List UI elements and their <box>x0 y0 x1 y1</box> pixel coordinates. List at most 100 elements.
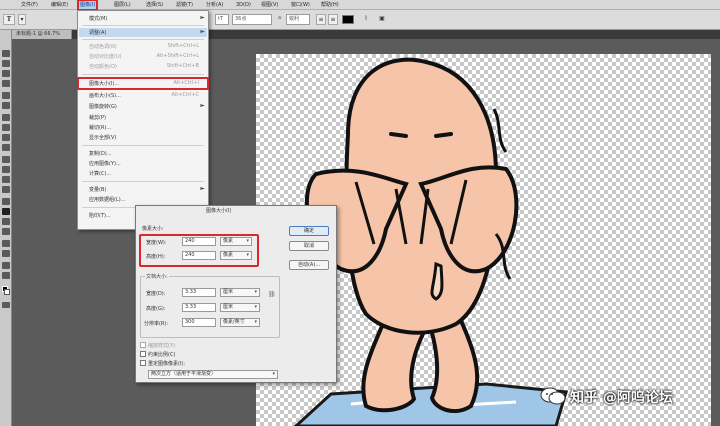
menu-item-reveal-all[interactable]: 显示全部(V) <box>79 133 207 142</box>
anti-alias-select[interactable]: 锐利 <box>286 14 310 25</box>
document-tab[interactable]: 未标题-1 @ 66.7% <box>12 30 72 39</box>
menu-item-shortcut: Alt+Ctrl+C <box>171 92 199 98</box>
eyedropper-icon[interactable] <box>2 102 10 109</box>
tool-preset-chevron-icon[interactable]: ▾ <box>18 14 26 25</box>
menu-window[interactable]: 窗口(W) <box>290 1 311 9</box>
lasso-tool-icon[interactable] <box>2 70 10 77</box>
menu-item-auto-contrast[interactable]: 自动对比度(U) Alt+Shift+Ctrl+L <box>79 52 207 61</box>
font-size-icon: tT <box>215 14 229 25</box>
background-color-swatch[interactable] <box>4 289 10 295</box>
3d-rotate-icon[interactable] <box>2 240 10 247</box>
resample-checkbox[interactable] <box>140 360 146 366</box>
resolution-input[interactable]: 300 <box>182 318 216 327</box>
character-panel-icon[interactable]: ▣ <box>376 14 388 25</box>
marquee-tool-icon[interactable] <box>2 60 10 67</box>
magic-wand-icon[interactable] <box>2 80 10 87</box>
pixel-height-unit-select[interactable]: 像素 <box>220 251 252 260</box>
crop-tool-icon[interactable] <box>2 92 10 99</box>
menu-item-adjust[interactable]: 调整(A) ► <box>79 28 207 37</box>
pixel-width-unit-select[interactable]: 像素 <box>220 237 252 246</box>
auto-button[interactable]: 自动(A)... <box>289 260 329 270</box>
menu-separator <box>82 145 204 146</box>
pen-tool-icon[interactable] <box>2 198 10 205</box>
menu-item-auto-color[interactable]: 自动颜色(O) Shift+Ctrl+B <box>79 62 207 71</box>
menu-item-image-size[interactable]: 图像大小(I)... Alt+Ctrl+I <box>77 77 209 90</box>
menu-item-canvas-size[interactable]: 画布大小(S)... Alt+Ctrl+C <box>79 91 207 100</box>
document-size-label: 文档大小: <box>145 273 169 280</box>
menu-item-shortcut: Shift+Ctrl+B <box>166 63 199 69</box>
link-chain-icon: ⛓ <box>268 291 276 298</box>
path-select-icon[interactable] <box>2 218 10 225</box>
resolution-unit-select[interactable]: 像素/英寸 <box>220 318 260 327</box>
align-center-icon[interactable]: ≡ <box>328 14 338 25</box>
menu-file[interactable]: 文件(F) <box>20 1 39 9</box>
hand-tool-icon[interactable] <box>2 262 10 269</box>
scale-styles-checkbox[interactable] <box>140 342 146 348</box>
menu-3d[interactable]: 3D(D) <box>235 1 252 9</box>
type-tool-icon[interactable] <box>2 208 10 215</box>
menu-item-label: 应用数据组(L)... <box>89 197 126 203</box>
scale-styles-label: 缩放样式(Y) <box>148 343 175 349</box>
zoom-tool-icon[interactable] <box>2 272 10 279</box>
menu-image[interactable]: 图像(I) <box>76 0 99 11</box>
menu-item-apply-data-set[interactable]: 应用数据组(L)... <box>79 195 207 204</box>
menu-item-mode[interactable]: 模式(M) ► <box>79 14 207 23</box>
dialog-title: 图像大小(I) <box>206 208 232 214</box>
move-tool-icon[interactable] <box>2 50 10 57</box>
submenu-arrow-icon: ► <box>200 185 205 192</box>
menu-item-crop[interactable]: 裁剪(P) <box>79 113 207 122</box>
clone-stamp-icon[interactable] <box>2 134 10 141</box>
eraser-tool-icon[interactable] <box>2 156 10 163</box>
menu-item-auto-tone[interactable]: 自动色调(N) Shift+Ctrl+L <box>79 42 207 51</box>
dodge-tool-icon[interactable] <box>2 186 10 193</box>
font-size-field[interactable]: 36点 <box>232 14 272 25</box>
menu-item-calculations[interactable]: 计算(C)... <box>79 169 207 178</box>
heal-brush-icon[interactable] <box>2 114 10 121</box>
text-color-swatch[interactable] <box>342 15 354 24</box>
quick-mask-icon[interactable] <box>2 302 10 308</box>
blur-tool-icon[interactable] <box>2 176 10 183</box>
align-left-icon[interactable]: ≡ <box>316 14 326 25</box>
constrain-proportions-checkbox[interactable] <box>140 351 146 357</box>
doc-height-unit-select[interactable]: 厘米 <box>220 303 260 312</box>
shape-tool-icon[interactable] <box>2 228 10 235</box>
ok-button[interactable]: 确定 <box>289 226 329 236</box>
doc-width-unit-select[interactable]: 厘米 <box>220 288 260 297</box>
menu-item-label: 应用图像(Y)... <box>89 161 121 167</box>
pixel-width-input[interactable]: 240 <box>182 237 216 246</box>
doc-height-input[interactable]: 3.33 <box>182 303 216 312</box>
menu-separator <box>82 74 204 75</box>
menu-item-variables[interactable]: 变量(B) ► <box>79 185 207 194</box>
wechat-logo-icon <box>540 387 566 405</box>
pixel-width-label: 宽度(W): <box>146 240 167 246</box>
gradient-tool-icon[interactable] <box>2 166 10 173</box>
submenu-arrow-icon: ► <box>200 28 205 35</box>
brush-tool-icon[interactable] <box>2 124 10 131</box>
menu-item-apply-image[interactable]: 应用图像(Y)... <box>79 159 207 168</box>
warp-text-icon[interactable]: ⌇ <box>360 14 372 25</box>
3d-orbit-icon[interactable] <box>2 250 10 257</box>
pixel-height-label: 高度(H): <box>146 254 166 260</box>
cancel-button[interactable]: 取消 <box>289 241 329 251</box>
pixel-height-input[interactable]: 240 <box>182 251 216 260</box>
menu-help[interactable]: 帮助(H) <box>320 1 340 9</box>
menu-analysis[interactable]: 分析(A) <box>205 1 224 9</box>
menu-layer[interactable]: 图层(L) <box>113 1 132 9</box>
menu-item-label: 画布大小(S)... <box>89 93 121 99</box>
menu-item-duplicate[interactable]: 复制(D)... <box>79 149 207 158</box>
menu-view[interactable]: 视图(V) <box>260 1 279 9</box>
anti-alias-icon: a <box>276 14 284 25</box>
text-tool-icon[interactable]: T <box>3 14 15 25</box>
menu-edit[interactable]: 编辑(E) <box>50 1 69 9</box>
menu-filter[interactable]: 滤镜(T) <box>175 1 194 9</box>
resample-method-select[interactable]: 两次立方（适用于平滑渐变） <box>148 370 278 379</box>
doc-width-input[interactable]: 3.33 <box>182 288 216 297</box>
menu-item-trim[interactable]: 裁切(R)... <box>79 123 207 132</box>
menu-separator <box>82 25 204 26</box>
menu-item-label: 计算(C)... <box>89 171 112 177</box>
menu-separator <box>82 181 204 182</box>
history-brush-icon[interactable] <box>2 144 10 151</box>
menu-item-image-rotation[interactable]: 图像旋转(G) ► <box>79 102 207 111</box>
menu-item-label: 图像大小(I)... <box>89 81 120 87</box>
menu-select[interactable]: 选择(S) <box>145 1 164 9</box>
